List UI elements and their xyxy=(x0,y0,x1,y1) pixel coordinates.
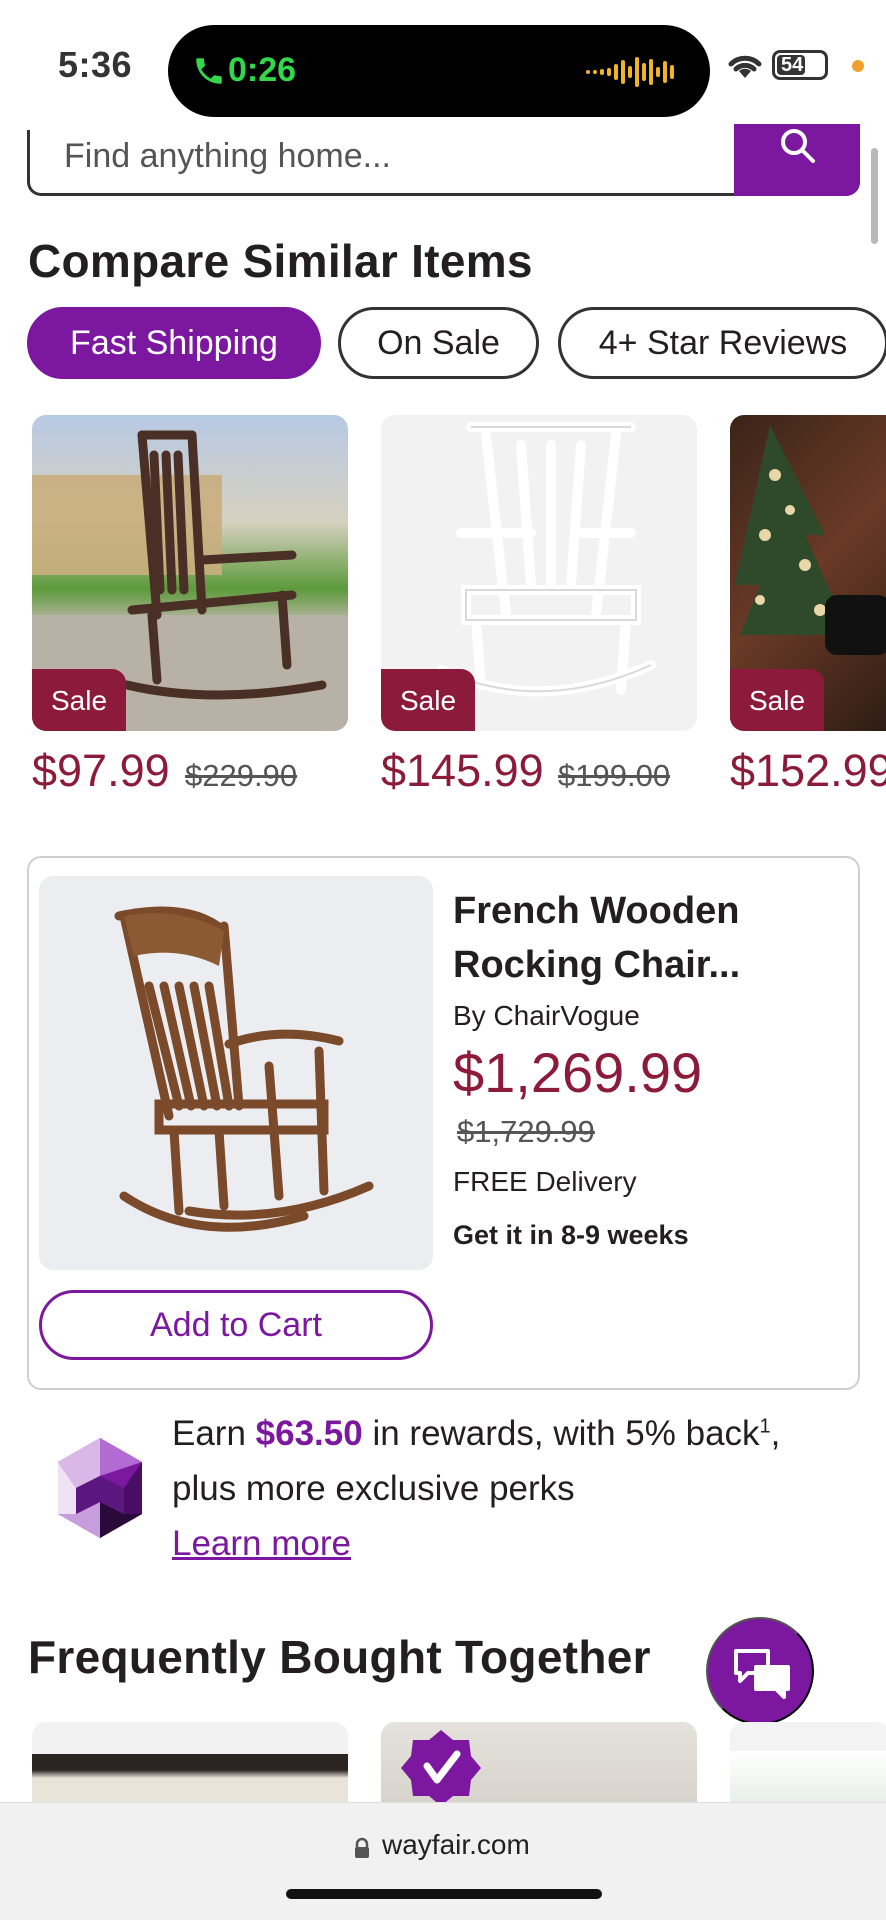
audio-waveform-icon xyxy=(586,57,674,87)
product-image-dark-rocking-chair[interactable]: Sale xyxy=(32,415,348,731)
product-image-holiday-chair[interactable]: Sale xyxy=(730,415,886,731)
search-icon xyxy=(781,129,815,163)
lock-icon xyxy=(355,1837,369,1858)
featured-product-title[interactable]: French Wooden Rocking Chair... xyxy=(453,884,833,992)
featured-product-price: $1,269.99 xyxy=(453,1041,703,1104)
delivery-info: FREE Delivery xyxy=(453,1166,637,1197)
search-button[interactable] xyxy=(734,124,860,196)
featured-product-card: French Wooden Rocking Chair... By ChairV… xyxy=(27,856,860,1390)
sale-badge: Sale xyxy=(381,669,475,731)
verified-badge-icon xyxy=(401,1730,481,1802)
sale-badge: Sale xyxy=(730,669,824,731)
product-price: $152.99 xyxy=(730,745,886,796)
status-bar: 5:36 0:26 54 xyxy=(0,0,886,130)
search-bar xyxy=(27,124,860,196)
delivery-eta: Get it in 8-9 weeks xyxy=(453,1220,689,1250)
filter-chip-4-star-reviews[interactable]: 4+ Star Reviews xyxy=(558,307,886,379)
rewards-amount: $63.50 xyxy=(255,1414,363,1453)
search-input[interactable] xyxy=(30,130,734,192)
battery-level: 54 xyxy=(781,54,804,76)
chat-button[interactable] xyxy=(706,1617,814,1725)
rewards-suffix: in rewards, with 5% back xyxy=(362,1414,760,1453)
home-indicator[interactable] xyxy=(286,1889,602,1899)
fbt-product-image[interactable] xyxy=(730,1722,886,1802)
product-image-white-rocking-chair[interactable]: Sale xyxy=(381,415,697,731)
filter-chip-on-sale[interactable]: On Sale xyxy=(338,307,539,379)
fbt-product-image[interactable] xyxy=(381,1722,697,1802)
phone-icon xyxy=(196,58,222,84)
featured-product-image[interactable] xyxy=(39,876,433,1270)
learn-more-link[interactable]: Learn more xyxy=(172,1524,351,1564)
featured-product-was-price: $1,729.99 xyxy=(457,1114,595,1149)
battery-icon: 54 xyxy=(772,50,828,80)
product-price: $97.99 xyxy=(32,745,170,796)
scrollbar[interactable] xyxy=(871,148,878,244)
dynamic-island-call[interactable]: 0:26 xyxy=(168,25,710,117)
product-was-price: $199.00 xyxy=(558,758,671,793)
add-to-cart-button[interactable]: Add to Cart xyxy=(39,1290,433,1360)
rewards-perks-text: plus more exclusive perks xyxy=(172,1469,575,1508)
sale-badge: Sale xyxy=(32,669,126,731)
product-price: $145.99 xyxy=(381,745,544,796)
fbt-product-image[interactable] xyxy=(32,1722,348,1802)
fbt-section-title: Frequently Bought Together xyxy=(28,1631,651,1683)
wifi-icon xyxy=(728,55,762,78)
french-rocking-chair-illustration xyxy=(114,906,374,1232)
mic-indicator-dot xyxy=(852,60,864,72)
rewards-footnote: 1 xyxy=(759,1415,771,1438)
browser-address-bar[interactable]: wayfair.com xyxy=(0,1802,886,1920)
rewards-text: Earn $63.50 in rewards, with 5% back1, xyxy=(172,1414,780,1454)
rewards-prefix: Earn xyxy=(172,1414,256,1453)
rewards-gem-icon xyxy=(58,1438,142,1538)
filter-chip-fast-shipping[interactable]: Fast Shipping xyxy=(27,307,321,379)
rewards-comma: , xyxy=(770,1414,781,1453)
product-was-price: $229.90 xyxy=(185,758,298,793)
status-time: 5:36 xyxy=(58,44,133,85)
featured-product-brand: By ChairVogue xyxy=(453,1000,640,1031)
compare-section-title: Compare Similar Items xyxy=(28,235,533,287)
chat-icon xyxy=(734,1649,790,1699)
call-timer: 0:26 xyxy=(228,51,297,89)
url-text[interactable]: wayfair.com xyxy=(382,1829,530,1861)
